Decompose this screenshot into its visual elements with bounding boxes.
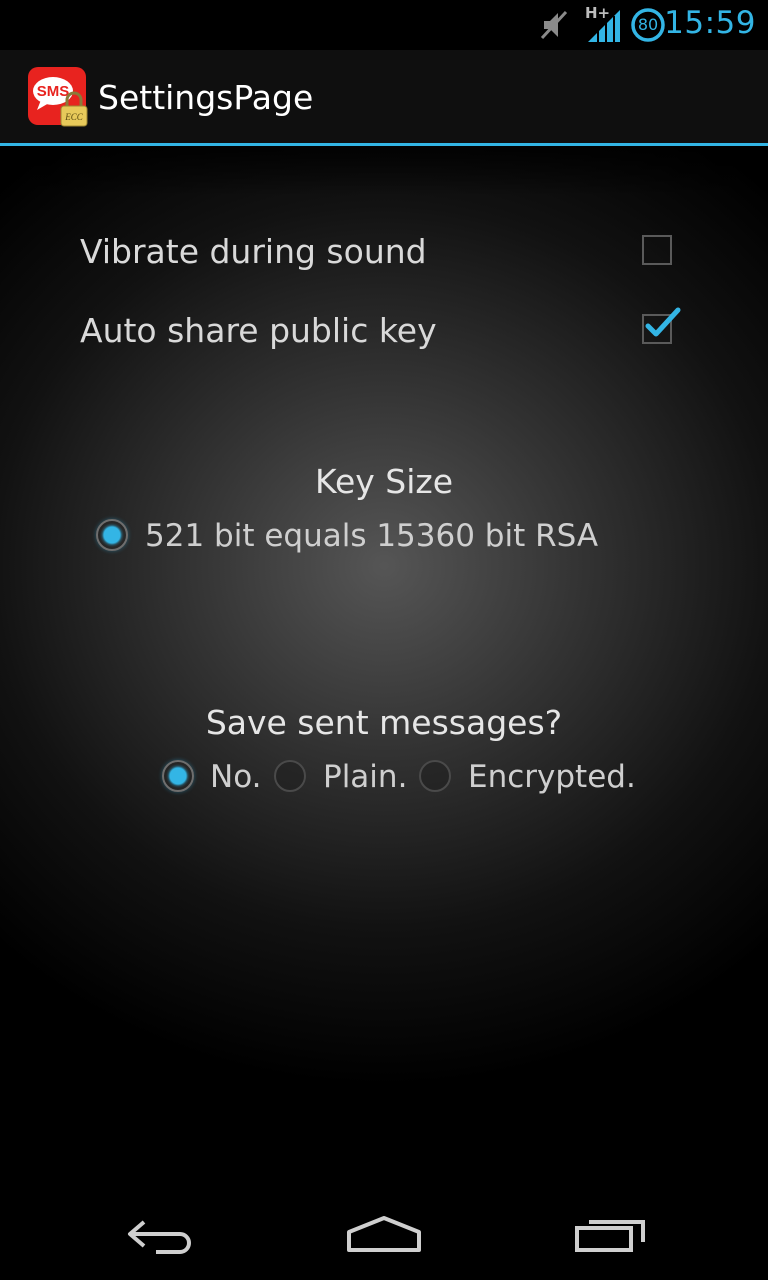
app-icon-text: SMS xyxy=(37,83,70,100)
top-shadow xyxy=(0,146,768,196)
home-icon[interactable] xyxy=(339,1210,429,1260)
battery-level-label: 80 xyxy=(637,15,659,34)
battery-icon: 80 xyxy=(630,7,666,43)
page-title: SettingsPage xyxy=(98,78,314,117)
setting-auto-share-row[interactable]: Auto share public key xyxy=(80,303,690,363)
navigation-bar xyxy=(0,1190,768,1280)
save-sent-option-plain[interactable]: Plain. xyxy=(323,759,407,795)
save-sent-option-no[interactable]: No. xyxy=(210,759,261,795)
key-size-option-label[interactable]: 521 bit equals 15360 bit RSA xyxy=(145,518,598,554)
sms-ecc-app-icon[interactable]: SMS ECC xyxy=(27,66,89,128)
back-icon[interactable] xyxy=(116,1210,206,1260)
screen: H+ 80 15:59 SMS ECC SettingsPage Vibrate… xyxy=(0,0,768,1280)
setting-vibrate-row[interactable]: Vibrate during sound xyxy=(80,224,690,284)
save-sent-title: Save sent messages? xyxy=(205,703,563,742)
vibrate-checkbox[interactable] xyxy=(642,235,672,265)
auto-share-checkbox[interactable] xyxy=(642,307,681,344)
status-time: 15:59 xyxy=(664,5,756,41)
key-size-title: Key Size xyxy=(314,462,454,501)
signal-icon xyxy=(588,10,620,42)
checkmark-icon xyxy=(645,307,681,337)
save-sent-radio-plain[interactable] xyxy=(274,760,306,792)
setting-vibrate-label: Vibrate during sound xyxy=(80,232,427,271)
save-sent-radio-encrypted[interactable] xyxy=(419,760,451,792)
save-sent-radio-no[interactable] xyxy=(162,760,194,792)
action-bar: SMS ECC SettingsPage xyxy=(0,50,768,144)
recents-icon[interactable] xyxy=(565,1210,655,1260)
save-sent-option-encrypted[interactable]: Encrypted. xyxy=(468,759,636,795)
app-icon-badge: ECC xyxy=(64,112,84,122)
status-bar: H+ 80 15:59 xyxy=(0,0,768,50)
mute-icon xyxy=(540,10,568,40)
settings-content: Vibrate during sound Auto share public k… xyxy=(0,146,768,1190)
setting-auto-share-label: Auto share public key xyxy=(80,311,437,350)
key-size-radio-521[interactable] xyxy=(96,519,128,551)
